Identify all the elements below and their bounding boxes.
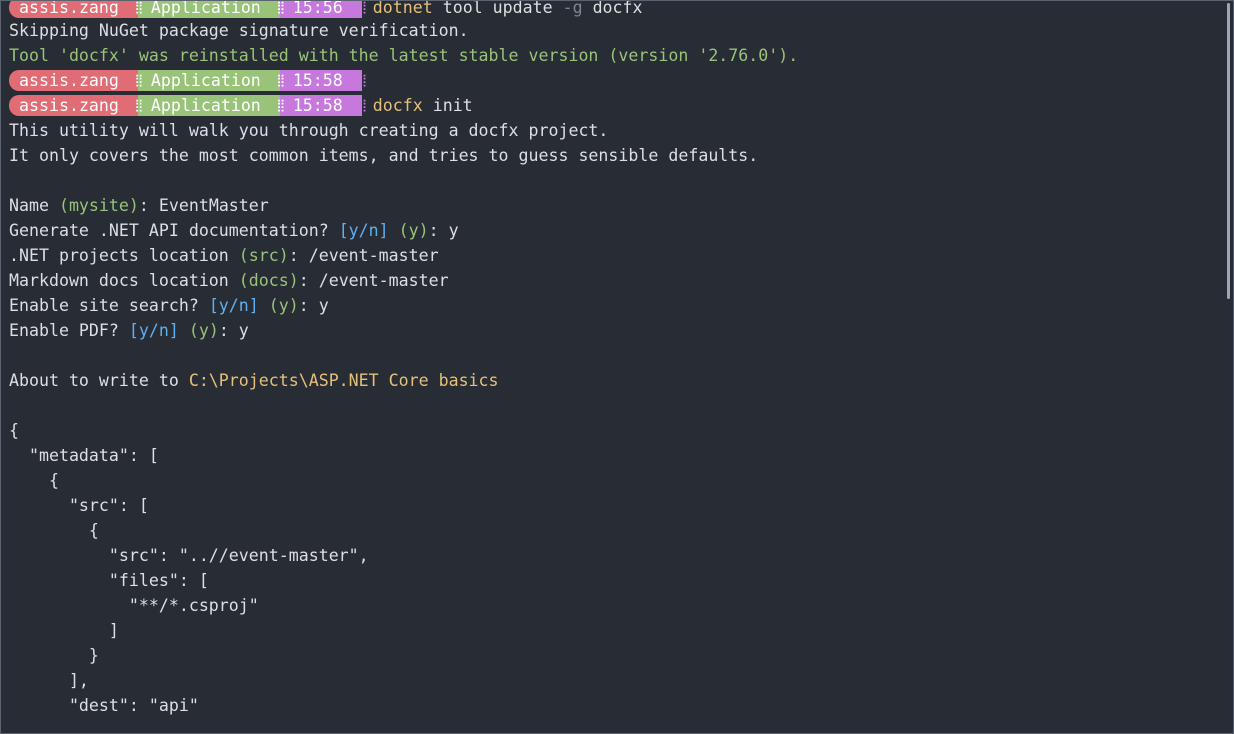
command-args: init (422, 96, 473, 115)
command-args: docfx (582, 0, 643, 17)
powerline-separator-icon: ⣿ (270, 70, 291, 91)
options-hint: [y/n] (208, 296, 259, 315)
output-line: This utility will walk you through creat… (9, 121, 609, 140)
prompt-line: assis.zang ⣿ Application ⣿ 15:56 ⣿ dotnet tool… (9, 0, 1233, 18)
default-hint: (src) (238, 246, 289, 265)
output-line: Skipping NuGet package signature verific… (9, 21, 469, 40)
json-line: "dest": "api" (9, 696, 199, 715)
answer: : y (298, 296, 329, 315)
json-line: { (9, 521, 99, 540)
powerline-separator-icon: ⣿ (352, 70, 373, 91)
init-question-search: Enable site search? [y/n] (y): y (9, 293, 1233, 318)
write-path: C:\Projects\ASP.NET Core basics (188, 371, 499, 390)
json-line: "src": "..//event-master", (9, 546, 369, 565)
json-line: ], (9, 671, 89, 690)
init-question-projects: .NET projects location (src): /event-mas… (9, 243, 1233, 268)
prompt-dir-segment: Application (148, 95, 271, 116)
write-target-line: About to write to C:\Projects\ASP.NET Co… (9, 368, 1233, 393)
default-hint: (y) (258, 296, 299, 315)
json-line: { (9, 471, 59, 490)
command-flag: -g (562, 0, 583, 17)
prompt-user-segment: assis.zang (9, 95, 129, 116)
answer: : y (218, 321, 249, 340)
init-question-docs: Markdown docs location (docs): /event-ma… (9, 268, 1233, 293)
prompt-line: assis.zang ⣿ Application ⣿ 15:58 ⣿ (9, 68, 1233, 93)
answer: : EventMaster (138, 196, 269, 215)
powerline-separator-icon: ⣿ (270, 1, 291, 18)
prompt-time-segment: 15:58 (290, 70, 353, 91)
command-name: docfx (372, 96, 423, 115)
json-line: "metadata": [ (9, 446, 159, 465)
default-hint: (docs) (238, 271, 299, 290)
answer: : /event-master (288, 246, 439, 265)
output-line: Tool 'docfx' was reinstalled with the la… (9, 46, 799, 65)
prompt-time-segment: 15:58 (290, 95, 353, 116)
terminal-window[interactable]: assis.zang ⣿ Application ⣿ 15:56 ⣿ dotnet tool… (0, 0, 1234, 734)
options-hint: [y/n] (338, 221, 389, 240)
default-hint: (y) (388, 221, 429, 240)
command-args: tool update (432, 0, 563, 17)
prompt-dir-segment: Application (148, 70, 271, 91)
answer: : y (428, 221, 459, 240)
powerline-separator-icon: ⣿ (352, 1, 373, 18)
init-question-name: Name (mysite): EventMaster (9, 193, 1233, 218)
prompt-user-segment: assis.zang (9, 1, 129, 18)
powerline-separator-icon: ⣿ (128, 1, 149, 18)
init-question-pdf: Enable PDF? [y/n] (y): y (9, 318, 1233, 343)
command-name: dotnet (372, 0, 433, 17)
powerline-separator-icon: ⣿ (128, 95, 149, 116)
output-line: It only covers the most common items, an… (9, 146, 759, 165)
prompt-dir-segment: Application (148, 1, 271, 18)
options-hint: [y/n] (128, 321, 179, 340)
default-hint: (y) (178, 321, 219, 340)
powerline-separator-icon: ⣿ (270, 95, 291, 116)
default-hint: (mysite) (58, 196, 139, 215)
json-line: } (9, 646, 99, 665)
prompt-user-segment: assis.zang (9, 70, 129, 91)
json-line: "files": [ (9, 571, 209, 590)
powerline-separator-icon: ⣿ (352, 95, 373, 116)
init-question-api: Generate .NET API documentation? [y/n] (… (9, 218, 1233, 243)
powerline-separator-icon: ⣿ (128, 70, 149, 91)
json-line: ] (9, 621, 119, 640)
scrollbar-thumb[interactable] (1227, 3, 1230, 299)
prompt-line: assis.zang ⣿ Application ⣿ 15:58 ⣿ docfx init (9, 93, 1233, 118)
json-line: "**/*.csproj" (9, 596, 259, 615)
json-line: { (9, 421, 19, 440)
prompt-time-segment: 15:56 (290, 1, 353, 18)
json-line: "src": [ (9, 496, 149, 515)
answer: : /event-master (298, 271, 449, 290)
